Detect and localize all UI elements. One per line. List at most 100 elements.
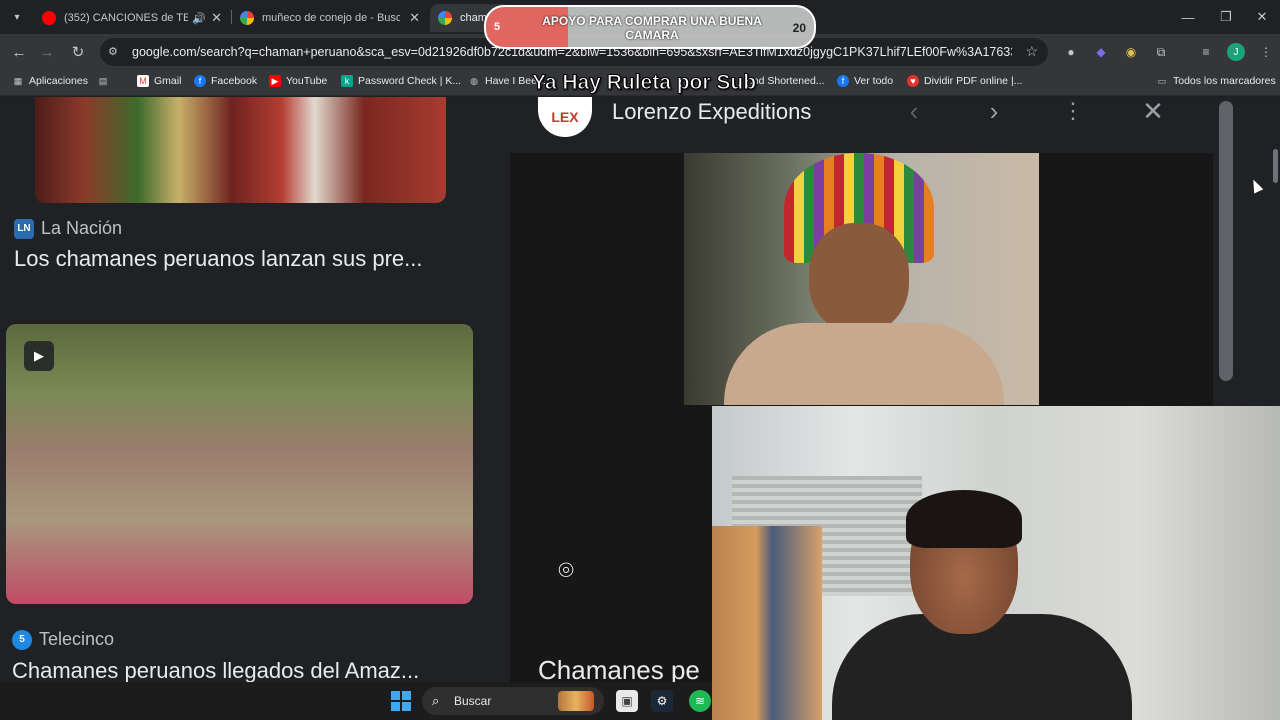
bookmark-shortened[interactable]: ...nd Shortened...	[744, 75, 825, 87]
tab-google-search[interactable]: muñeco de conejo de - Buscar ✕	[232, 4, 428, 32]
bookmark-facebook[interactable]: f Facebook	[194, 75, 257, 87]
bookmark-password-check[interactable]: k Password Check | K...	[341, 75, 461, 87]
youtube-icon: ▶	[269, 75, 281, 87]
windows-start-icon[interactable]	[391, 691, 411, 711]
search-icon: ⌕	[432, 693, 440, 708]
next-icon[interactable]: ›	[980, 97, 1008, 126]
bookmark-gmail[interactable]: M Gmail	[137, 75, 181, 87]
panel-scrollbar[interactable]	[1219, 101, 1233, 381]
steam-icon[interactable]: ⚙	[651, 690, 673, 712]
result-source[interactable]: 5 Telecinco	[12, 629, 114, 650]
result-video-thumbnail[interactable]	[6, 324, 473, 604]
maximize-icon[interactable]: ❐	[1208, 6, 1244, 28]
bookmark-label: Aplicaciones	[29, 75, 88, 87]
close-window-icon[interactable]: ✕	[1244, 6, 1280, 28]
site-logo[interactable]: LEX	[538, 97, 592, 137]
poncho	[724, 323, 1004, 405]
bookmark-dividir-pdf[interactable]: ♥ Dividir PDF online |...	[907, 75, 1022, 87]
source-name: Telecinco	[39, 629, 115, 649]
donation-goal-widget: 5 APOYO PARA COMPRAR UNA BUENA CAMARA 20	[484, 5, 816, 49]
tab-title: cham	[460, 12, 487, 24]
goal-current: 5	[494, 21, 501, 33]
speaker-icon[interactable]: 🔊	[192, 12, 206, 25]
task-view-icon[interactable]: ▣	[616, 690, 638, 712]
back-icon[interactable]: ←	[9, 42, 29, 62]
streamer	[832, 490, 1132, 720]
preview-title[interactable]: Chamanes pe	[538, 655, 700, 682]
bookmark-label: Dividir PDF online |...	[924, 75, 1023, 87]
bookmark-label: Ver todo	[854, 75, 894, 87]
search-placeholder: Buscar	[454, 694, 492, 708]
reload-icon[interactable]: ↻	[68, 42, 88, 62]
portrait-face	[809, 223, 909, 333]
bunk-bed	[712, 526, 822, 720]
webcam-feed	[712, 406, 1280, 720]
extension-icon[interactable]: ●	[1061, 42, 1081, 62]
kaspersky-icon: k	[341, 75, 353, 87]
bookmark-label: Password Check | K...	[358, 75, 462, 87]
tab-youtube[interactable]: (352) CANCIONES de TERR 🔊 ✕	[34, 4, 230, 32]
bookmark-label: YouTube	[286, 75, 328, 87]
bookmark-all[interactable]: ▭ Todos los marcadores	[1156, 75, 1276, 87]
folder-icon: ▭	[1157, 75, 1167, 86]
lens-search-icon[interactable]: ⌾	[550, 555, 582, 587]
preview-image[interactable]	[684, 153, 1039, 405]
tab-title: (352) CANCIONES de TERR	[64, 12, 188, 24]
forward-icon[interactable]: →	[37, 42, 57, 62]
more-options-icon[interactable]: ⋮	[1059, 97, 1087, 125]
bookmark-label: Facebook	[211, 75, 258, 87]
facebook-icon: f	[837, 75, 849, 87]
globe-icon: ◍	[470, 75, 478, 86]
tab-title: muñeco de conejo de - Buscar	[262, 12, 400, 24]
site-info-icon[interactable]: ⚙	[108, 45, 122, 59]
extension-icon[interactable]: ◉	[1121, 42, 1141, 62]
taskbar: ⌕ Buscar ▣ ⚙ ≋	[0, 682, 712, 720]
bookmark-apps[interactable]: ▦ Aplicaciones	[12, 75, 88, 87]
google-icon	[438, 11, 452, 25]
tab-search-icon[interactable]: ▾	[6, 6, 28, 28]
minimize-icon[interactable]: —	[1170, 6, 1206, 28]
results-grid: LN La Nación Los chamanes peruanos lanza…	[0, 97, 510, 682]
site-name[interactable]: Lorenzo Expeditions	[612, 99, 811, 125]
source-favicon: LN	[14, 218, 34, 239]
close-icon[interactable]: ✕	[211, 10, 222, 26]
goal-text: APOYO PARA COMPRAR UNA BUENA CAMARA	[542, 14, 762, 42]
grid-icon: ▤	[98, 75, 108, 86]
bookmark-label: ...nd Shortened...	[744, 75, 825, 87]
pdf-icon: ♥	[907, 75, 919, 87]
result-image[interactable]	[35, 97, 446, 203]
stream-banner: Ya Hay Ruleta por Sub	[531, 71, 757, 95]
play-icon[interactable]: ▶	[24, 341, 54, 371]
result-title[interactable]: Chamanes peruanos llegados del Amaz...	[12, 658, 419, 682]
apps-grid-icon: ▦	[13, 75, 23, 86]
search-highlight-icon	[558, 691, 594, 711]
previous-icon[interactable]: ‹	[900, 97, 928, 126]
taskbar-search[interactable]: ⌕ Buscar	[422, 687, 604, 715]
page-scrollbar[interactable]	[1273, 149, 1278, 183]
profile-avatar[interactable]: J	[1227, 43, 1245, 61]
bookmark-grid[interactable]: ▤	[97, 75, 114, 87]
close-icon[interactable]: ✕	[409, 10, 420, 26]
google-icon	[240, 11, 254, 25]
bookmark-star-icon[interactable]: ☆	[1025, 43, 1038, 60]
close-icon[interactable]: ✕	[1139, 97, 1167, 126]
goal-max: 20	[792, 21, 806, 35]
bookmark-label: Todos los marcadores	[1173, 75, 1276, 87]
result-source[interactable]: LN La Nación	[14, 218, 122, 239]
source-favicon: 5	[12, 629, 32, 650]
preview-header: LEX Lorenzo Expeditions ‹ › ⋮ ✕	[510, 97, 1213, 153]
gmail-icon: M	[137, 75, 149, 87]
menu-icon[interactable]: ⋮	[1256, 42, 1276, 62]
spotify-icon[interactable]: ≋	[689, 690, 711, 712]
extensions-puzzle-icon[interactable]: ⧉	[1151, 42, 1171, 62]
streamer-hair	[906, 490, 1022, 548]
extension-icon[interactable]: ◆	[1091, 42, 1111, 62]
youtube-icon	[42, 11, 56, 25]
result-title[interactable]: Los chamanes peruanos lanzan sus pre...	[14, 246, 422, 272]
media-control-icon[interactable]: ≡	[1196, 42, 1216, 62]
bookmark-ver-todo[interactable]: f Ver todo	[837, 75, 893, 87]
facebook-icon: f	[194, 75, 206, 87]
source-name: La Nación	[41, 218, 123, 238]
bookmark-youtube[interactable]: ▶ YouTube	[269, 75, 327, 87]
bookmark-label: Gmail	[154, 75, 182, 87]
